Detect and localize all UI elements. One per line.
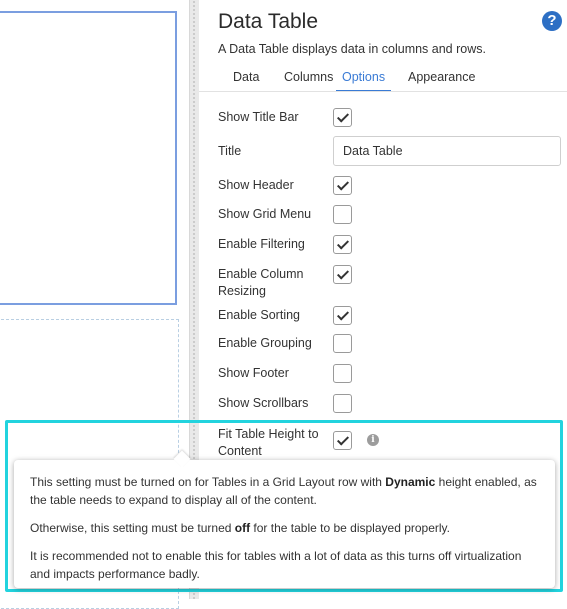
enable-column-resizing-label-line2: Resizing xyxy=(218,284,266,298)
show-scrollbars-label: Show Scrollbars xyxy=(218,396,309,410)
enable-column-resizing-label: Enable Column Resizing xyxy=(218,266,303,300)
question-circle-icon[interactable]: ? xyxy=(542,11,562,31)
show-scrollbars-checkbox[interactable] xyxy=(333,394,352,413)
enable-column-resizing-checkbox[interactable] xyxy=(333,265,352,284)
title-input[interactable] xyxy=(333,136,561,166)
tab-data[interactable]: Data xyxy=(233,70,259,90)
tooltip-text: for the table to be displayed properly. xyxy=(250,521,450,535)
fit-table-height-checkbox[interactable] xyxy=(333,431,352,450)
show-grid-menu-checkbox[interactable] xyxy=(333,205,352,224)
tooltip-text: This setting must be turned on for Table… xyxy=(30,475,386,489)
panel-description: A Data Table displays data in columns an… xyxy=(218,42,486,56)
tab-appearance[interactable]: Appearance xyxy=(408,70,475,90)
show-footer-checkbox[interactable] xyxy=(333,364,352,383)
selected-data-table-widget[interactable] xyxy=(0,11,177,305)
panel-title: Data Table xyxy=(218,10,319,33)
tooltip-bold-off: off xyxy=(234,521,251,535)
show-header-checkbox[interactable] xyxy=(333,176,352,195)
tabs-divider xyxy=(199,91,567,92)
title-label: Title xyxy=(218,144,242,158)
fit-table-height-label-line1: Fit Table Height to xyxy=(218,427,319,441)
show-title-bar-label: Show Title Bar xyxy=(218,110,299,124)
enable-filtering-checkbox[interactable] xyxy=(333,235,352,254)
tooltip-paragraph-2: Otherwise, this setting must be turned o… xyxy=(30,519,539,537)
show-header-label: Show Header xyxy=(218,178,294,192)
fit-table-height-label-line2: Content xyxy=(218,444,262,458)
tooltip-paragraph-3: It is recommended not to enable this for… xyxy=(30,549,522,581)
show-footer-label: Show Footer xyxy=(218,366,289,380)
enable-grouping-checkbox[interactable] xyxy=(333,334,352,353)
enable-sorting-checkbox[interactable] xyxy=(333,306,352,325)
tooltip-bold-dynamic: Dynamic xyxy=(385,475,436,489)
tab-options[interactable]: Options xyxy=(336,70,392,92)
enable-filtering-label: Enable Filtering xyxy=(218,237,305,251)
info-icon[interactable]: i xyxy=(367,434,379,446)
show-title-bar-checkbox[interactable] xyxy=(333,108,352,127)
enable-grouping-label: Enable Grouping xyxy=(218,336,312,350)
info-tooltip: This setting must be turned on for Table… xyxy=(14,460,555,588)
fit-table-height-label: Fit Table Height to Content xyxy=(218,426,319,460)
enable-column-resizing-label-line1: Enable Column xyxy=(218,267,304,281)
tab-columns[interactable]: Columns xyxy=(284,70,333,90)
tooltip-paragraph-1: This setting must be turned on for Table… xyxy=(30,473,539,509)
tooltip-text: Otherwise, this setting must be turned xyxy=(30,521,235,535)
show-grid-menu-label: Show Grid Menu xyxy=(218,207,312,221)
enable-sorting-label: Enable Sorting xyxy=(218,308,301,322)
